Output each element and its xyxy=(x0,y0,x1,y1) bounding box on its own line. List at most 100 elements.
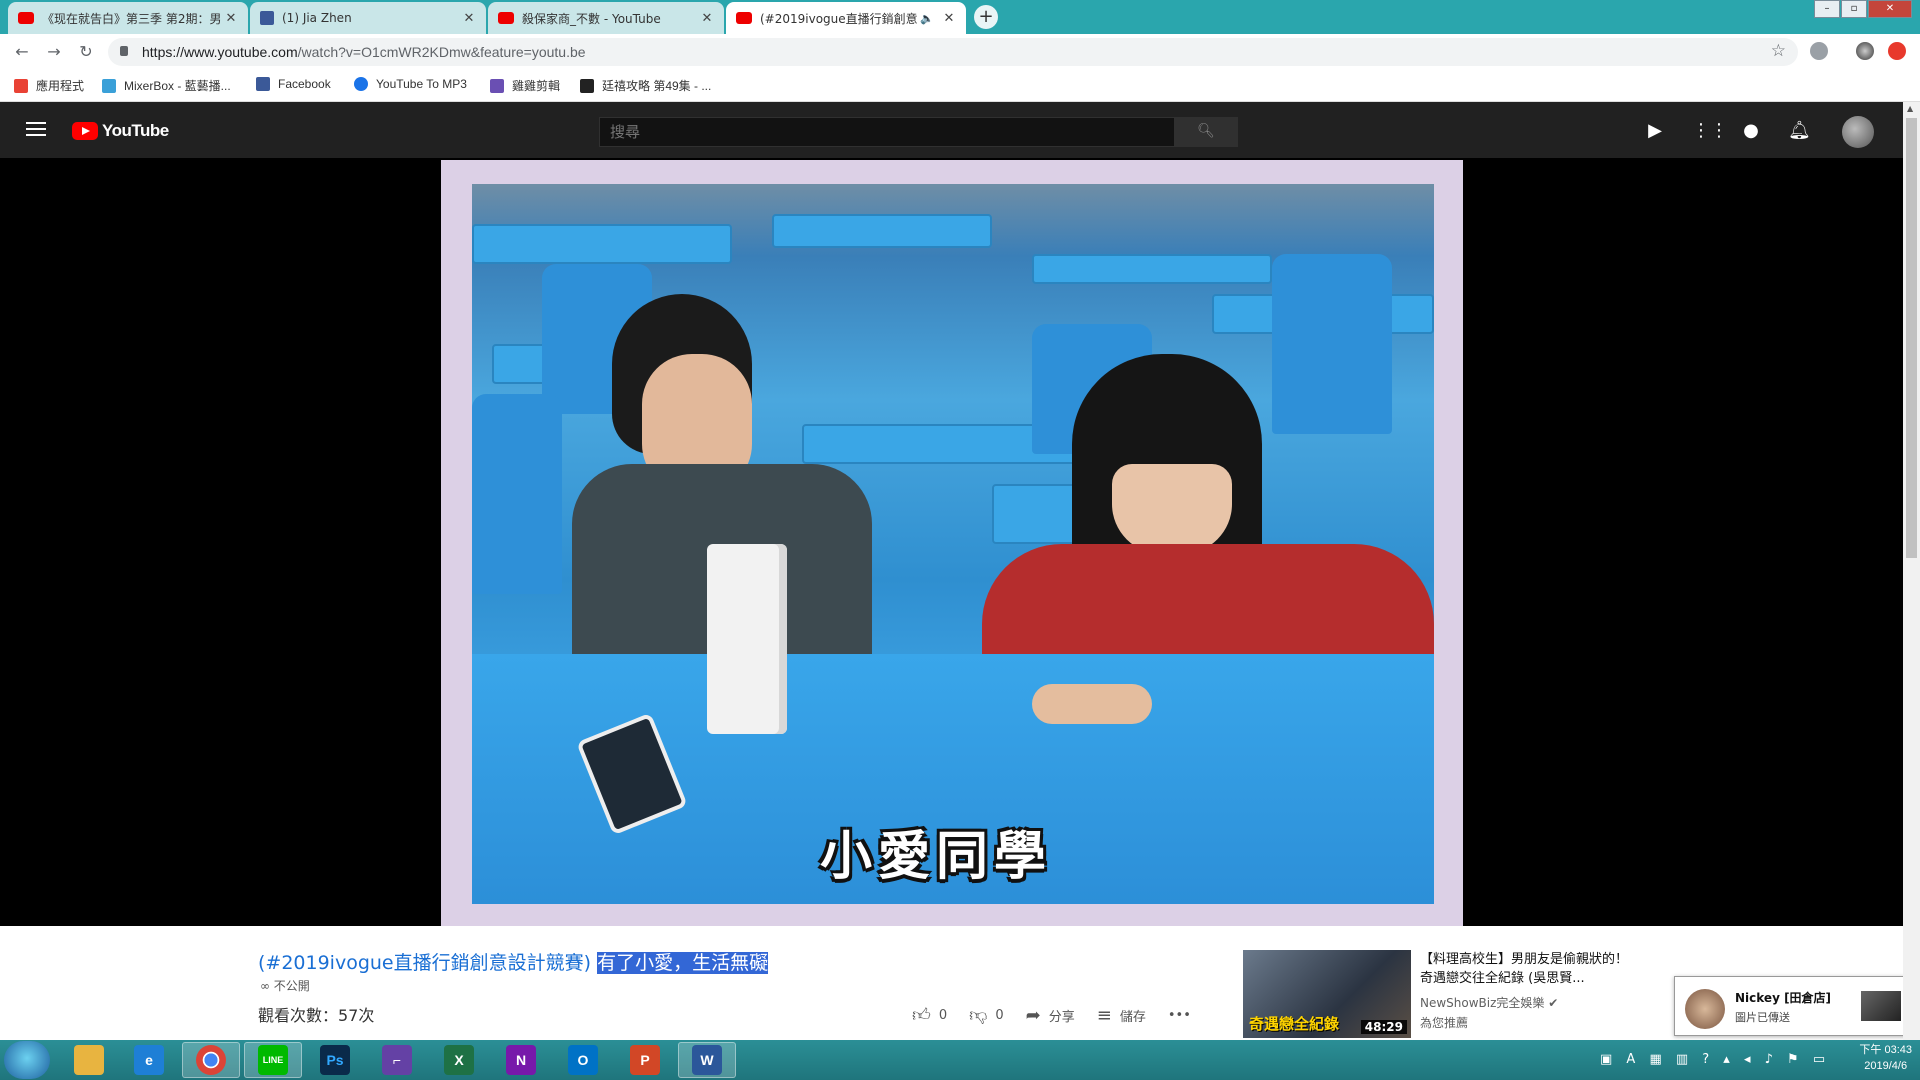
save-button[interactable]: ≡ 儲存 xyxy=(1097,1005,1146,1026)
video-caption: 小愛同學 xyxy=(820,827,1053,887)
search-input[interactable] xyxy=(600,118,1174,146)
tab-active[interactable]: (#2019ivogue直播行銷創意 🔈 ✕ xyxy=(726,2,966,34)
tab-2[interactable]: (1) Jia Zhen ✕ xyxy=(250,2,486,34)
recommended-channel[interactable]: NewShowBiz完全娛樂 ✔ xyxy=(1420,994,1558,1011)
sender-avatar xyxy=(1685,989,1725,1029)
bookmark-star-icon[interactable]: ☆ xyxy=(1771,41,1786,61)
url-text[interactable]: https://www.youtube.com/watch?v=O1cmWR2K… xyxy=(142,44,586,60)
system-tray-icons[interactable]: ▣ A ▦ ▥ ? ▴ ◂ ♪ ⚑ ▭ xyxy=(1600,1052,1830,1067)
youtube-play-icon xyxy=(72,122,98,140)
taskbar-photoshop[interactable]: Ps xyxy=(306,1042,364,1078)
video-actions: 👍︎ 0 👎︎ 0 ➦ 分享 ≡ 儲存 ••• xyxy=(912,1004,1213,1027)
extension-icon[interactable] xyxy=(1810,42,1828,60)
desk xyxy=(772,214,992,248)
bookmark-facebook[interactable]: Facebook xyxy=(256,77,331,91)
apps-grid-icon[interactable]: ⋮⋮ xyxy=(1692,120,1728,142)
scrollbar-thumb[interactable] xyxy=(1906,118,1917,558)
verified-check-icon: ✔ xyxy=(1548,996,1559,1010)
search-button[interactable]: 🔍︎ xyxy=(1174,117,1238,147)
like-button[interactable]: 👍︎ 0 xyxy=(912,1004,947,1026)
scroll-up-arrow-icon[interactable]: ▲ xyxy=(1907,104,1913,113)
taskbar-word[interactable]: W xyxy=(678,1042,736,1078)
video-duration: 48:29 xyxy=(1360,1020,1407,1034)
taskbar-excel[interactable]: X xyxy=(430,1042,488,1078)
minimize-button[interactable]: – xyxy=(1814,0,1840,18)
dislike-button[interactable]: 👎︎ 0 xyxy=(969,1004,1004,1026)
facebook-icon xyxy=(256,77,270,91)
tab-3[interactable]: 殺保家商_不數 - YouTube ✕ xyxy=(488,2,724,34)
apps-grid-icon xyxy=(14,78,28,93)
page-scrollbar[interactable]: ▲ xyxy=(1903,102,1920,1040)
bookmark-apps[interactable]: 應用程式 xyxy=(14,77,84,94)
taskbar-twitch[interactable]: ⌐ xyxy=(368,1042,426,1078)
notifications-bell-icon[interactable]: 🔔︎ xyxy=(1788,120,1811,142)
bookmarks-bar: 應用程式 MixerBox - 藍藝播... Facebook YouTube … xyxy=(0,70,1920,102)
tab-1[interactable]: 《现在就告白》第三季 第2期：男 ✕ xyxy=(8,2,248,34)
video-frame: 小愛同學 xyxy=(441,160,1463,926)
menu-icon[interactable] xyxy=(26,122,46,138)
tab-title: 殺保家商_不數 - YouTube xyxy=(522,11,661,26)
clock-time: 下午 03:43 xyxy=(1859,1044,1912,1056)
taskbar-chrome[interactable] xyxy=(182,1042,240,1078)
girl-hands xyxy=(1032,684,1152,724)
close-icon[interactable]: ✕ xyxy=(462,11,476,26)
taskbar-file-explorer[interactable] xyxy=(60,1042,118,1078)
desk xyxy=(472,224,732,264)
update-icon[interactable] xyxy=(1888,42,1906,60)
twitch-icon: ⌐ xyxy=(382,1045,412,1075)
browser-toolbar: ← → ↻ https://www.youtube.com/watch?v=O1… xyxy=(0,34,1920,70)
thumbnail-tag: 奇遇戀全紀錄 xyxy=(1249,1015,1340,1033)
taskbar-outlook[interactable]: O xyxy=(554,1042,612,1078)
reload-icon[interactable]: ↻ xyxy=(76,42,96,62)
close-icon[interactable]: ✕ xyxy=(224,11,238,26)
taskbar-line[interactable]: LINE xyxy=(244,1042,302,1078)
address-bar[interactable]: https://www.youtube.com/watch?v=O1cmWR2K… xyxy=(108,38,1798,66)
youtube-icon xyxy=(498,12,514,24)
profile-avatar-icon[interactable] xyxy=(1856,42,1874,60)
account-avatar[interactable] xyxy=(1842,116,1874,148)
line-notification-popup[interactable]: Nickey [田倉店] 圖片已傳送 ✕ xyxy=(1674,976,1918,1036)
close-icon[interactable]: ✕ xyxy=(942,11,956,26)
video-player[interactable]: 小愛同學 xyxy=(0,158,1903,926)
chrome-icon xyxy=(196,1045,226,1075)
taskbar-powerpoint[interactable]: P xyxy=(616,1042,674,1078)
close-icon[interactable]: ✕ xyxy=(700,11,714,26)
search-icon: 🔍︎ xyxy=(1197,123,1215,139)
speaker-icon[interactable]: 🔈 xyxy=(920,12,934,25)
bookmark-editing[interactable]: 雞雞剪輯 xyxy=(490,77,560,94)
new-tab-button[interactable]: + xyxy=(974,5,998,29)
smart-speaker xyxy=(707,544,787,734)
messages-icon[interactable]: ● xyxy=(1740,120,1762,142)
video-title[interactable]: (#2019ivogue直播行銷創意設計競賽) 有了小愛，生活無礙 xyxy=(258,948,769,975)
recommended-thumbnail[interactable]: 奇遇戀全紀錄 48:29 xyxy=(1243,950,1411,1038)
start-button[interactable] xyxy=(4,1041,50,1079)
youtube-icon xyxy=(736,12,752,24)
bookmark-mixerbox[interactable]: MixerBox - 藍藝播... xyxy=(102,77,231,94)
chair xyxy=(472,394,562,594)
taskbar-internet-explorer[interactable]: e xyxy=(120,1042,178,1078)
facebook-icon xyxy=(260,11,274,25)
recommended-title[interactable]: 【料理高校生】男朋友是偷親狀的！奇遇戀交往全紀錄 (吳思賢... xyxy=(1420,950,1630,988)
drama-icon xyxy=(580,78,594,93)
more-actions-button[interactable]: ••• xyxy=(1168,1008,1191,1023)
onenote-icon: N xyxy=(506,1045,536,1075)
excel-icon: X xyxy=(444,1045,474,1075)
create-video-icon[interactable]: ▶ xyxy=(1644,120,1666,142)
bookmark-youtube-to-mp3[interactable]: YouTube To MP3 xyxy=(354,77,467,91)
mp3-icon xyxy=(354,77,368,91)
share-arrow-icon: ➦ xyxy=(1025,1004,1041,1026)
girl-face xyxy=(1112,464,1232,554)
taskbar-onenote[interactable]: N xyxy=(492,1042,550,1078)
share-button[interactable]: ➦ 分享 xyxy=(1026,1005,1075,1026)
bookmark-drama[interactable]: 廷禧攻略 第49集 - ... xyxy=(580,77,711,94)
system-clock[interactable]: 下午 03:43 2019/4/6 xyxy=(1859,1042,1912,1074)
desk xyxy=(1032,254,1272,284)
forward-arrow-icon[interactable]: → xyxy=(44,42,64,62)
close-window-button[interactable]: ✕ xyxy=(1868,0,1912,18)
video-scene: 小愛同學 xyxy=(472,184,1434,904)
scissors-icon xyxy=(490,78,504,93)
unlisted-badge: ∞ 不公開 xyxy=(260,979,310,993)
back-arrow-icon[interactable]: ← xyxy=(12,42,32,62)
youtube-logo[interactable]: YouTube xyxy=(72,121,169,141)
maximize-button[interactable]: ▫ xyxy=(1841,0,1867,18)
